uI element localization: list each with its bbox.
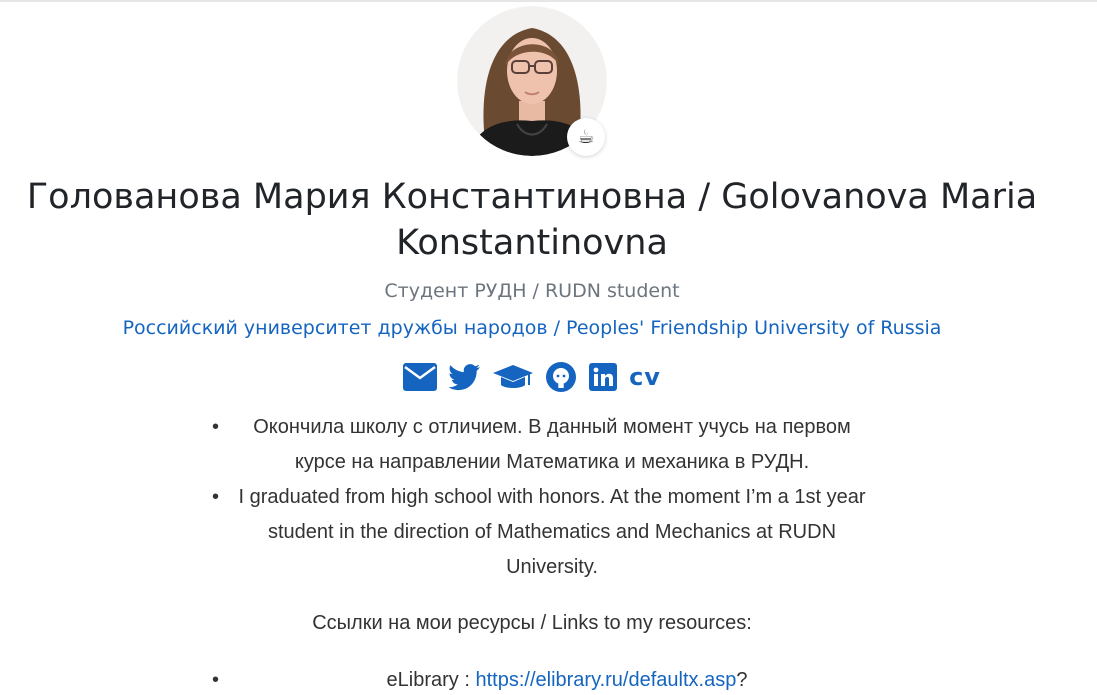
resource-item: eLibrary : https://elibrary.ru/defaultx.… <box>200 665 900 695</box>
email-link[interactable] <box>403 359 438 395</box>
profile-name: Голованова Мария Константиновна / Golova… <box>26 177 1038 263</box>
elibrary-link[interactable]: https://elibrary.ru/defaultx.asp <box>475 669 736 691</box>
twitter-link[interactable] <box>449 359 481 395</box>
linkedin-link[interactable] <box>589 359 618 395</box>
status-badge: ☕ <box>567 118 605 156</box>
resource-suffix: ? <box>736 669 748 691</box>
cv-label: cv <box>629 363 661 391</box>
cv-link[interactable]: cv <box>629 359 661 395</box>
bio-item-ru: Окончила школу с отличием. В данный моме… <box>200 410 900 480</box>
twitter-icon <box>449 364 481 391</box>
social-links: cv <box>0 359 1064 395</box>
scholar-link[interactable] <box>493 359 534 395</box>
bio-list: Окончила школу с отличием. В данный моме… <box>200 410 900 585</box>
profile-role: Студент РУДН / RUDN student <box>384 280 680 302</box>
organization-link[interactable]: Российский университет дружбы народов / … <box>0 314 1064 342</box>
coffee-icon: ☕ <box>577 125 595 148</box>
graduation-cap-icon <box>493 365 534 388</box>
resources-heading: Ссылки на мои ресурсы / Links to my reso… <box>312 612 752 634</box>
avatar-container: ☕ <box>457 6 607 156</box>
envelope-icon <box>403 363 438 391</box>
resources-list: eLibrary : https://elibrary.ru/defaultx.… <box>200 665 900 695</box>
linkedin-icon <box>589 363 618 391</box>
top-nav-border <box>0 0 1097 2</box>
bio-item-en: I graduated from high school with honors… <box>200 480 900 585</box>
github-link[interactable] <box>545 359 577 395</box>
resource-label: eLibrary : <box>386 669 476 691</box>
github-icon <box>546 362 577 392</box>
